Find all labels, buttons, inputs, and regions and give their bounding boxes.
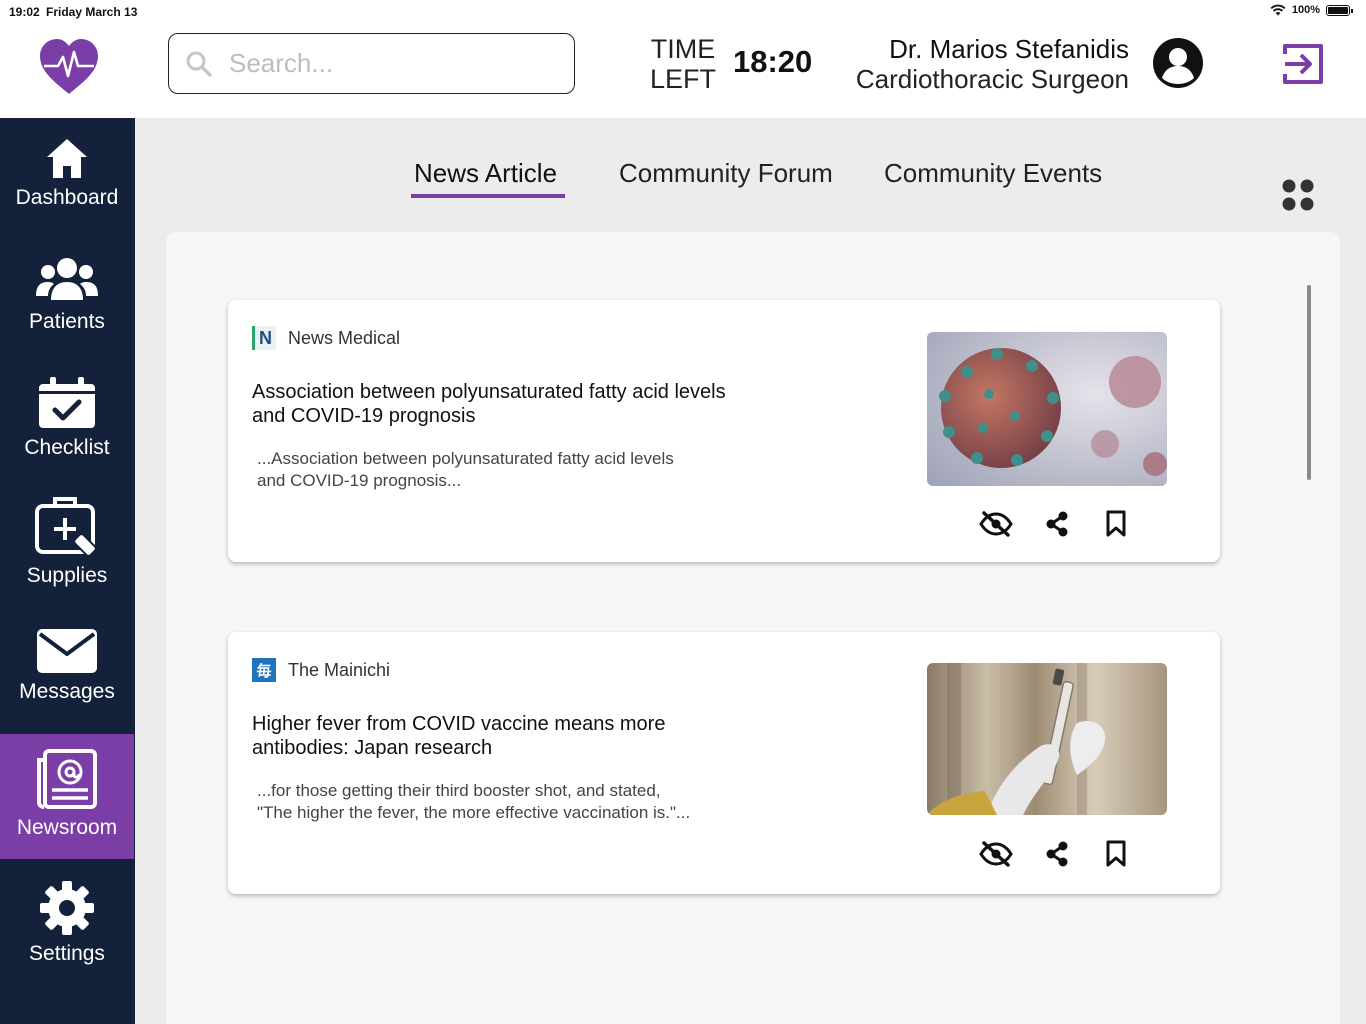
feed-scrollbar[interactable]: [1307, 285, 1311, 480]
user-info: Dr. Marios Stefanidis Cardiothoracic Sur…: [856, 34, 1129, 94]
article-source-name: News Medical: [288, 327, 401, 348]
sidebar-item-checklist[interactable]: Checklist: [0, 376, 134, 476]
share-icon: [1046, 511, 1068, 537]
tab-news-article[interactable]: News Article: [414, 158, 557, 189]
sidebar-item-label: Supplies: [26, 564, 108, 587]
eye-slash-icon: [979, 841, 1013, 867]
article-source: 毎 The Mainichi: [252, 658, 390, 682]
time-left-value: 18:20: [733, 44, 813, 79]
active-tab-indicator: [411, 194, 565, 198]
search-input[interactable]: [229, 48, 549, 79]
article-title[interactable]: Higher fever from COVID vaccine means mo…: [252, 712, 732, 760]
grid-view-icon[interactable]: [1281, 178, 1315, 212]
sidebar-item-label: Settings: [29, 942, 105, 965]
article-card[interactable]: N News Medical Association between polyu…: [228, 300, 1220, 562]
status-date: Friday March 13: [46, 5, 138, 19]
heart-pulse-logo-icon[interactable]: [38, 38, 100, 96]
search-icon: [186, 51, 212, 77]
users-icon: [36, 258, 98, 300]
bookmark-article-button[interactable]: [1098, 836, 1134, 872]
wifi-icon: [1270, 4, 1286, 16]
battery-level: 100%: [1291, 4, 1320, 16]
sidebar-item-newsroom[interactable]: Newsroom: [0, 734, 134, 859]
time-left-label: TIME LEFT: [650, 34, 716, 94]
article-thumbnail-virus[interactable]: [927, 332, 1167, 486]
sidebar-item-settings[interactable]: Settings: [0, 880, 134, 980]
sidebar-item-supplies[interactable]: Supplies: [0, 494, 134, 599]
status-right: 100%: [1270, 4, 1353, 16]
content-tabs: News Article Community Forum Community E…: [0, 118, 1366, 228]
logout-icon[interactable]: [1281, 42, 1325, 86]
user-role: Cardiothoracic Surgeon: [855, 64, 1129, 94]
bookmark-article-button[interactable]: [1098, 506, 1134, 542]
share-article-button[interactable]: [1039, 506, 1075, 542]
bookmark-icon: [1106, 510, 1126, 537]
article-source-name: The Mainichi: [288, 659, 391, 680]
virus-image-icon: [927, 332, 1167, 486]
gear-icon: [40, 881, 94, 935]
share-icon: [1046, 841, 1068, 867]
article-thumbnail-vaccine[interactable]: [927, 663, 1167, 815]
sidebar-item-label: Messages: [19, 680, 115, 703]
article-excerpt: ...for those getting their third booster…: [257, 781, 691, 822]
bookmark-icon: [1106, 840, 1126, 867]
sidebar: Dashboard Patients Checklist Supplies Me…: [0, 118, 135, 1024]
sidebar-item-label: Checklist: [24, 436, 110, 459]
top-header: TIME LEFT 18:20 Dr. Marios Stefanidis Ca…: [0, 22, 1366, 118]
article-card[interactable]: 毎 The Mainichi Higher fever from COVID v…: [228, 632, 1220, 894]
eye-slash-icon: [979, 511, 1013, 537]
article-title[interactable]: Association between polyunsaturated fatt…: [252, 380, 732, 428]
tab-community-events[interactable]: Community Events: [884, 158, 1102, 189]
sidebar-item-label: Newsroom: [16, 816, 118, 839]
time-left-label-line2: LEFT: [650, 64, 717, 94]
time-left-label-line1: TIME: [650, 34, 716, 64]
article-excerpt: ...Association between polyunsaturated f…: [257, 449, 674, 490]
calendar-check-icon: [39, 377, 95, 428]
article-actions: [978, 836, 1138, 872]
newspaper-icon: [37, 749, 97, 809]
sidebar-item-messages[interactable]: Messages: [0, 628, 134, 728]
article-source: N News Medical: [252, 326, 400, 350]
search-box[interactable]: [168, 33, 575, 94]
medical-kit-icon: [35, 497, 97, 557]
share-article-button[interactable]: [1039, 836, 1075, 872]
status-time: 19:02: [9, 5, 40, 19]
article-actions: [978, 506, 1138, 542]
user-name: Dr. Marios Stefanidis: [889, 34, 1129, 64]
hide-article-button[interactable]: [978, 836, 1014, 872]
vaccine-syringe-image-icon: [927, 663, 1167, 815]
mainichi-logo-icon: 毎: [252, 658, 276, 682]
user-avatar-icon[interactable]: [1152, 37, 1204, 89]
battery-icon: [1326, 4, 1353, 16]
tab-community-forum[interactable]: Community Forum: [619, 158, 833, 189]
hide-article-button[interactable]: [978, 506, 1014, 542]
news-medical-logo-icon: N: [252, 326, 276, 350]
envelope-icon: [37, 629, 97, 673]
sidebar-item-patients[interactable]: Patients: [0, 256, 134, 356]
status-bar: 19:02 Friday March 13 100%: [0, 0, 1366, 22]
sidebar-item-label: Patients: [29, 310, 105, 333]
